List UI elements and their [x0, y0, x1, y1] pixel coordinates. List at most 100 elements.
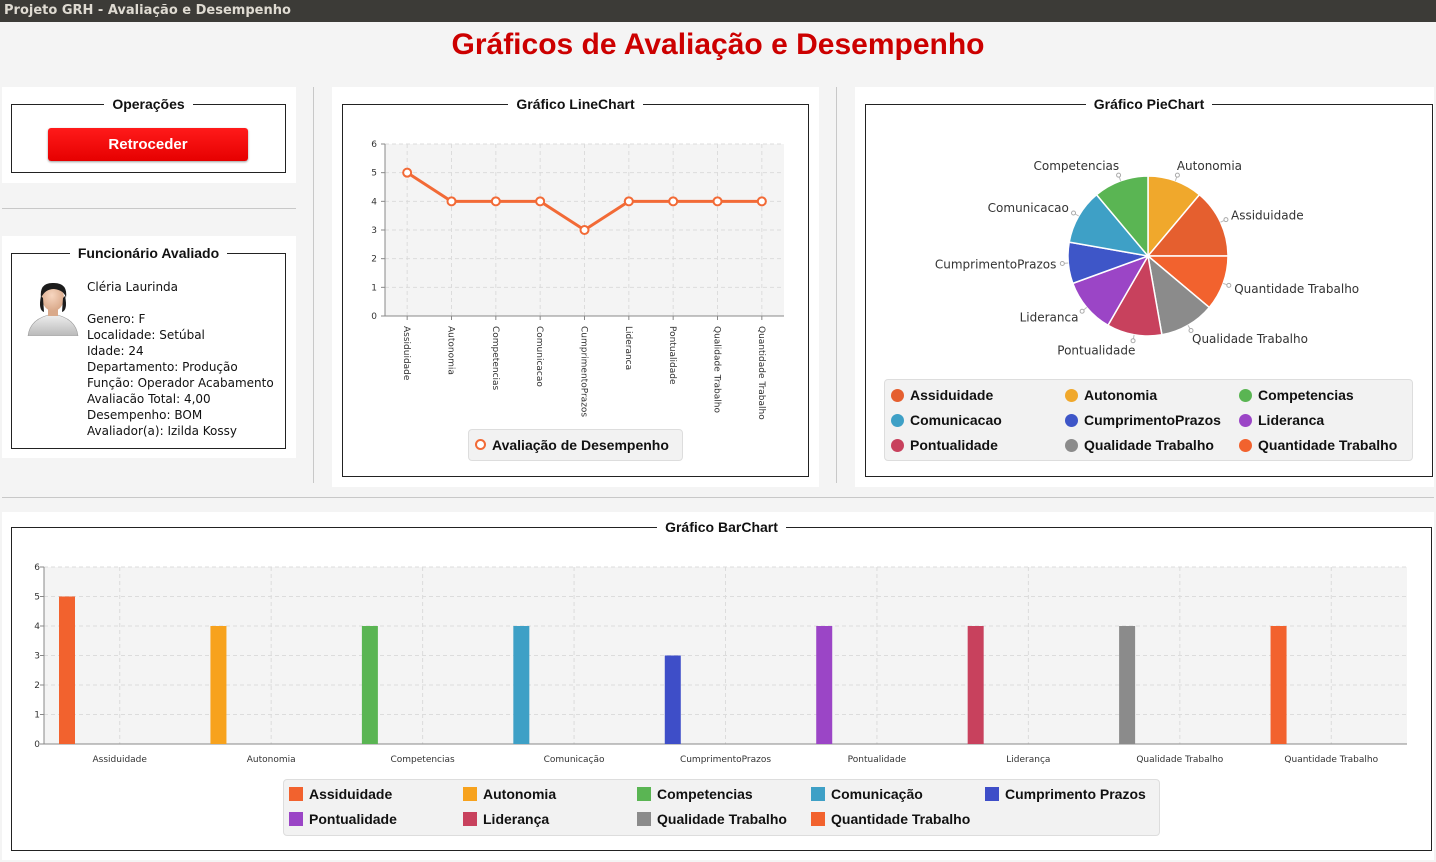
bar-legend-item: Assiduidade: [289, 786, 392, 802]
pie-legend-item: Assiduidade: [891, 387, 993, 403]
bar-legend-swatch-icon: [637, 812, 651, 826]
operations-title: Operações: [112, 96, 185, 112]
pie-slice-label: Competencias: [1034, 159, 1120, 173]
line-x-tick-label: Competencias: [490, 326, 500, 391]
pie-label-dot: [1174, 172, 1180, 178]
bar-y-tick-label: 5: [34, 593, 40, 603]
bar-legend-label: Competencias: [657, 786, 753, 802]
bar-x-tick-label: Qualidade Trabalho: [1136, 755, 1223, 765]
pie-slice-label: Comunicacao: [988, 201, 1069, 215]
employee-department: Departamento: Produção: [87, 360, 238, 374]
pie-legend-label: Autonomia: [1084, 387, 1158, 403]
pie-legend-item: Qualidade Trabalho: [1065, 437, 1214, 453]
bar-legend-swatch-icon: [637, 787, 651, 801]
pie-legend-label: Lideranca: [1258, 412, 1325, 428]
bar-legend-item: Autonomia: [463, 786, 556, 802]
pie-label-dot: [1079, 308, 1085, 314]
pie-chart-legend: Assiduidade Autonomia Competencias Comunica…: [884, 379, 1413, 461]
line-legend-label: Avaliação de Desempenho: [492, 437, 669, 453]
line-y-tick-label: 4: [371, 197, 377, 207]
line-x-tick-label: CumprimentoPrazos: [579, 326, 589, 417]
employee-function: Função: Operador Acabamento: [87, 376, 274, 390]
pie-legend-dot-icon: [1065, 389, 1078, 402]
line-x-tick-label: Autonomia: [446, 326, 456, 375]
bar-y-tick-label: 0: [34, 740, 40, 750]
line-x-tick-label: Lideranca: [623, 326, 633, 370]
page-title: Gráficos de Avaliação e Desempenho: [451, 28, 985, 61]
back-button[interactable]: Retroceder: [48, 128, 248, 161]
pie-legend-label: Comunicacao: [910, 412, 1002, 428]
line-chart: 0 1 2 3 4 5 6 Assiduidade Autonomia Competencias C…: [371, 140, 784, 420]
pie-label-dot: [1059, 260, 1065, 266]
pie-slice-label: Qualidade Trabalho: [1192, 332, 1308, 346]
pie-label-dot: [1130, 338, 1136, 344]
line-data-point: [535, 196, 546, 207]
line-chart-title: Gráfico LineChart: [516, 96, 635, 112]
pie-legend-label: Pontualidade: [910, 437, 998, 453]
pie-label-dot: [1223, 217, 1229, 223]
pie-legend-label: CumprimentoPrazos: [1084, 412, 1221, 428]
line-x-tick-label: Pontualidade: [667, 326, 677, 385]
line-y-tick-label: 5: [371, 169, 377, 179]
bar-legend-swatch-icon: [289, 812, 303, 826]
employee-title: Funcionário Avaliado: [77, 245, 220, 261]
line-x-tick-label: Assiduidade: [401, 326, 411, 381]
pie-chart-title: Gráfico PieChart: [1093, 96, 1205, 112]
bar-legend-label: Qualidade Trabalho: [657, 811, 787, 827]
pie-legend-item: CumprimentoPrazos: [1065, 412, 1221, 428]
line-y-tick-label: 1: [371, 283, 377, 293]
bar-legend-swatch-icon: [811, 812, 825, 826]
pie-legend-label: Qualidade Trabalho: [1084, 437, 1214, 453]
pie-legend-item: Autonomia: [1065, 387, 1157, 403]
bar: [361, 626, 378, 744]
pie-legend-label: Quantidade Trabalho: [1258, 437, 1398, 453]
line-data-point: [712, 196, 723, 207]
pie-legend-dot-icon: [891, 439, 904, 452]
line-data-point: [756, 196, 767, 207]
employee-gender: Genero: F: [87, 312, 146, 326]
pie-legend-dot-icon: [891, 389, 904, 402]
bar-y-tick-label: 1: [34, 711, 40, 721]
pie-label-dot: [1071, 210, 1077, 216]
employee-evaluator: Avaliador(a): Izilda Kossy: [87, 424, 237, 438]
bar-x-tick-label: Competencias: [390, 755, 455, 765]
pie-legend-item: Pontualidade: [891, 437, 998, 453]
pie-slice-label: CumprimentoPrazos: [935, 257, 1057, 271]
bar-legend-item: Comunicação: [811, 786, 923, 802]
line-data-point: [490, 196, 501, 207]
bar: [1270, 626, 1287, 744]
user-avatar-icon: [27, 282, 79, 336]
line-x-tick-label: Qualidade Trabalho: [712, 326, 722, 413]
pie-legend-dot-icon: [1065, 414, 1078, 427]
line-legend-item: Avaliação de Desempenho: [475, 437, 669, 453]
pie-chart: Autonomia Assiduidade Quantidade Trabalho Q…: [935, 159, 1359, 358]
bar-x-tick-label: Quantidade Trabalho: [1284, 755, 1378, 765]
line-y-tick-label: 0: [371, 312, 377, 322]
bar-legend-item: Quantidade Trabalho: [811, 811, 970, 827]
line-data-point: [623, 196, 634, 207]
bar: [967, 626, 984, 744]
bar-x-tick-label: Pontualidade: [848, 755, 907, 765]
line-chart-legend: Avaliação de Desempenho: [468, 429, 683, 461]
bar-legend-label: Quantidade Trabalho: [831, 811, 971, 827]
bar-legend-item: Qualidade Trabalho: [637, 811, 787, 827]
bar-legend-label: Cumprimento Prazos: [1005, 786, 1146, 802]
bottom-separator: [2, 497, 1434, 498]
bar-legend-label: Comunicação: [831, 786, 923, 802]
pie-label-dot: [1226, 282, 1232, 288]
bar-legend-label: Pontualidade: [309, 811, 397, 827]
line-y-tick-label: 6: [371, 140, 377, 150]
bar-chart: 0 1 2 3 4 5 6 Assiduidade Autonomia Competencias C…: [34, 563, 1407, 765]
employee-total-evaluation: Avaliacão Total: 4,00: [87, 392, 211, 406]
bar-legend-item: Competencias: [637, 786, 753, 802]
line-data-point: [402, 167, 413, 178]
pie-slice-label: Assiduidade: [1231, 208, 1304, 222]
employee-name: Cléria Laurinda: [87, 280, 179, 294]
pie-legend-item: Quantidade Trabalho: [1239, 437, 1397, 453]
pie-legend-dot-icon: [1239, 389, 1252, 402]
pie-slice-label: Pontualidade: [1057, 344, 1135, 358]
bar-legend-item: Liderança: [463, 811, 549, 827]
employee-location: Localidade: Setúbal: [87, 328, 205, 342]
bar: [210, 626, 227, 744]
window-title: Projeto GRH - Avaliação e Desempenho: [4, 3, 291, 18]
